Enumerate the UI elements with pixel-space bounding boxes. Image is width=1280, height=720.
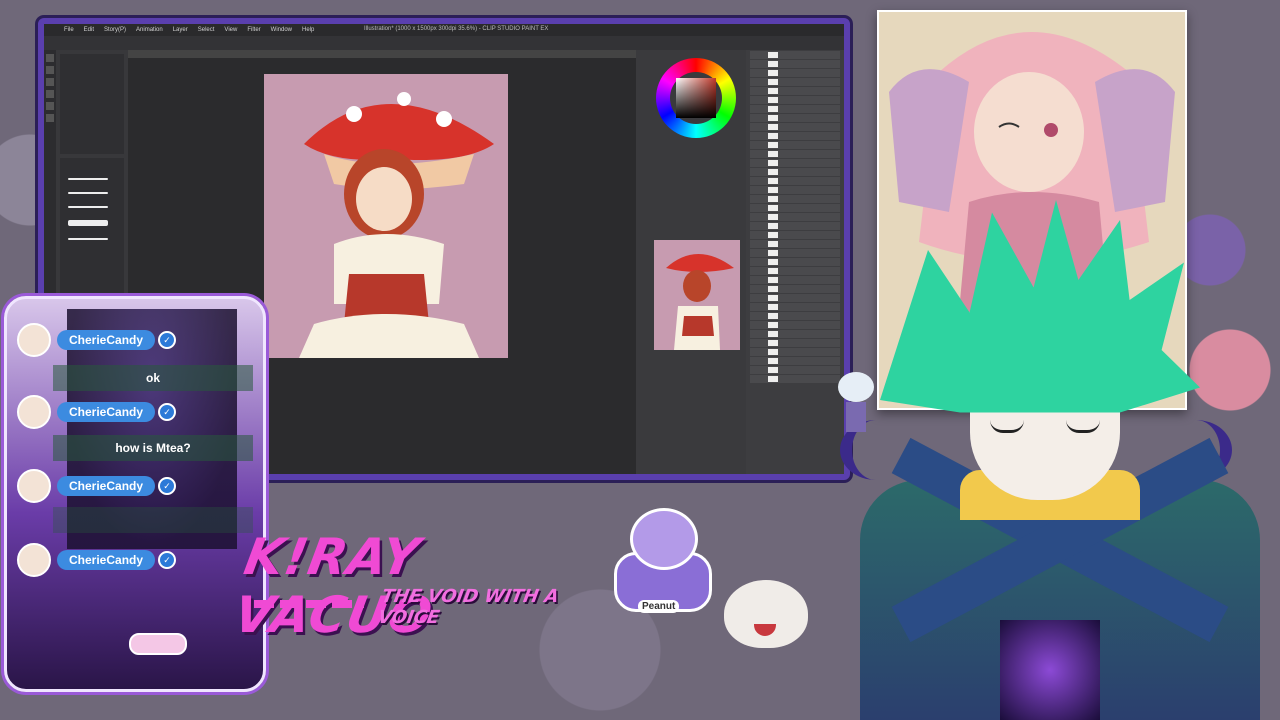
- avatar: [17, 323, 51, 357]
- menu-filter[interactable]: Filter: [247, 27, 260, 33]
- avatar: [17, 395, 51, 429]
- layer-row[interactable]: [750, 105, 840, 113]
- menu-file[interactable]: File: [64, 27, 74, 33]
- chat-username: CherieCandy: [57, 402, 156, 422]
- window-title: Illustration* (1000 x 1500px 300dpi 35.6…: [364, 26, 549, 32]
- menu-select[interactable]: Select: [198, 27, 215, 33]
- verified-icon: ✓: [158, 331, 177, 349]
- artwork-illustration: [299, 92, 494, 358]
- command-bar: [44, 36, 844, 51]
- verified-icon: ✓: [158, 551, 177, 569]
- chat-message: CherieCandy ✓: [17, 543, 177, 577]
- verified-icon: ✓: [158, 477, 177, 495]
- chat-text: [53, 507, 253, 533]
- ruler: [128, 50, 636, 58]
- sticker-label: Peanut: [638, 600, 680, 613]
- sticker-character: [630, 508, 698, 570]
- chat-username: CherieCandy: [57, 476, 156, 496]
- streamer-logo: K!RAY VACUO THE VOID WITH A VOICE: [230, 528, 580, 644]
- layer-row[interactable]: [750, 168, 840, 176]
- color-navigator-panel: [636, 50, 746, 474]
- menu-view[interactable]: View: [224, 27, 237, 33]
- layer-row[interactable]: [750, 114, 840, 122]
- tool-icon[interactable]: [46, 114, 54, 122]
- layer-row[interactable]: [750, 78, 840, 86]
- navigator-thumbnail[interactable]: [654, 240, 740, 350]
- chat-text: how is Mtea?: [53, 435, 253, 461]
- mushroom-girl-artwork[interactable]: [264, 74, 508, 358]
- avatar: [17, 543, 51, 577]
- brush-stroke-preview[interactable]: [68, 238, 108, 240]
- tool-icon[interactable]: [46, 66, 54, 74]
- brush-stroke-preview[interactable]: [68, 220, 108, 226]
- chat-username: CherieCandy: [57, 550, 156, 570]
- layer-row[interactable]: [750, 87, 840, 95]
- logo-stripes: [254, 600, 364, 608]
- color-picker-square[interactable]: [676, 78, 716, 118]
- white-blob-mascot: [724, 580, 808, 648]
- chat-message: CherieCandy ✓: [17, 469, 177, 503]
- menu-animation[interactable]: Animation: [136, 27, 163, 33]
- tool-icon[interactable]: [46, 54, 54, 62]
- closed-eye: [1066, 420, 1100, 433]
- layer-row[interactable]: [750, 159, 840, 167]
- brush-stroke-preview[interactable]: [68, 192, 108, 194]
- chat-message: CherieCandy ✓: [17, 395, 177, 429]
- layer-row[interactable]: [750, 141, 840, 149]
- chat-message: CherieCandy ✓: [17, 323, 177, 357]
- blob-mouth: [754, 624, 776, 636]
- vtuber-avatar: [820, 190, 1280, 720]
- logo-subtitle: THE VOID WITH A VOICE: [376, 586, 561, 628]
- layer-row[interactable]: [750, 60, 840, 68]
- layer-row[interactable]: [750, 150, 840, 158]
- chat-text: ok: [53, 365, 253, 391]
- brush-stroke-preview[interactable]: [68, 178, 108, 180]
- navigator-preview: [666, 254, 734, 350]
- layer-row[interactable]: [750, 132, 840, 140]
- menu-layer[interactable]: Layer: [173, 27, 188, 33]
- tool-icon[interactable]: [46, 90, 54, 98]
- layer-row[interactable]: [750, 69, 840, 77]
- chat-username: CherieCandy: [57, 330, 156, 350]
- sub-tool-panel[interactable]: [60, 158, 124, 298]
- menu-window[interactable]: Window: [271, 27, 292, 33]
- tool-icon[interactable]: [46, 102, 54, 110]
- chat-panel: CherieCandy ✓ ok CherieCandy ✓ how is Mt…: [4, 296, 266, 692]
- chat-pill-button: [129, 633, 187, 655]
- layer-row[interactable]: [750, 177, 840, 185]
- menu-help[interactable]: Help: [302, 27, 314, 33]
- layer-row[interactable]: [750, 123, 840, 131]
- tool-icon[interactable]: [46, 78, 54, 86]
- brush-stroke-preview[interactable]: [68, 206, 108, 208]
- peanut-car-sticker: Peanut: [610, 508, 714, 620]
- menu-edit[interactable]: Edit: [84, 27, 94, 33]
- layer-row[interactable]: [750, 51, 840, 59]
- galaxy-shirt: [1000, 620, 1100, 720]
- tool-property-box[interactable]: [60, 54, 124, 154]
- layer-row[interactable]: [750, 96, 840, 104]
- verified-icon: ✓: [158, 403, 177, 421]
- avatar: [17, 469, 51, 503]
- closed-eye: [990, 420, 1024, 433]
- menu-story[interactable]: Story(P): [104, 27, 126, 33]
